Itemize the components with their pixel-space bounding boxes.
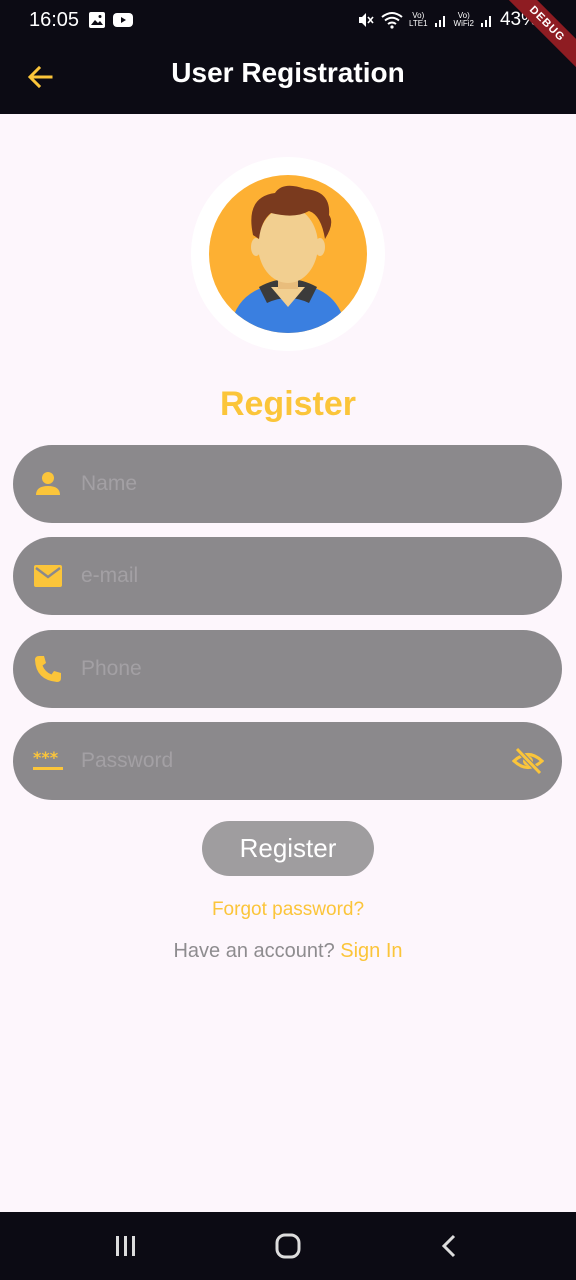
signin-row: Have an account? Sign In	[0, 940, 576, 963]
password-input[interactable]	[81, 722, 501, 800]
phone-input[interactable]	[81, 630, 501, 708]
recents-icon	[116, 1236, 135, 1256]
signal-icon	[480, 16, 491, 27]
password-icon: ***	[33, 748, 63, 770]
nav-back-button[interactable]	[430, 1230, 470, 1262]
mute-icon	[358, 13, 374, 27]
home-button[interactable]	[268, 1230, 308, 1262]
home-icon	[275, 1233, 301, 1259]
status-right-icons: Vo) LTE1 Vo) WiFi2 43%	[357, 9, 538, 31]
lte-label: Vo) LTE1	[408, 11, 428, 28]
status-bar: 16:05 Vo) LTE1 Vo) WiFi2 43%	[0, 0, 576, 40]
name-input[interactable]	[81, 445, 501, 523]
forgot-password-link[interactable]: Forgot password?	[0, 899, 576, 921]
system-nav-bar	[0, 1212, 576, 1280]
recents-button[interactable]	[106, 1230, 146, 1262]
phone-icon	[35, 656, 61, 682]
name-field[interactable]	[13, 445, 562, 523]
email-field[interactable]	[13, 537, 562, 615]
signal-icon	[434, 16, 445, 27]
gallery-icon	[89, 12, 105, 28]
youtube-icon	[113, 13, 133, 27]
register-button[interactable]: Register	[202, 821, 374, 876]
avatar-illustration	[209, 175, 367, 333]
visibility-off-icon[interactable]	[512, 746, 544, 776]
back-icon	[441, 1234, 456, 1258]
have-account-text: Have an account?	[173, 940, 335, 962]
wifi-calling-label: Vo) WiFi2	[453, 11, 474, 28]
status-time: 16:05	[29, 9, 80, 31]
person-icon	[36, 472, 60, 495]
password-field[interactable]: ***	[13, 722, 562, 800]
mail-icon	[34, 565, 62, 587]
app-bar: User Registration	[0, 40, 576, 114]
email-input[interactable]	[81, 537, 501, 615]
avatar[interactable]	[191, 157, 385, 351]
phone-field[interactable]	[13, 630, 562, 708]
notification-icons	[88, 11, 134, 29]
wifi-icon	[381, 12, 403, 29]
sign-in-link[interactable]: Sign In	[340, 940, 402, 962]
svg-text:***: ***	[33, 748, 59, 767]
form-heading: Register	[219, 385, 357, 423]
page-title: User Registration	[171, 57, 405, 88]
registration-screen: 16:05 Vo) LTE1 Vo) WiFi2 43% DEBUG User …	[0, 0, 576, 1280]
